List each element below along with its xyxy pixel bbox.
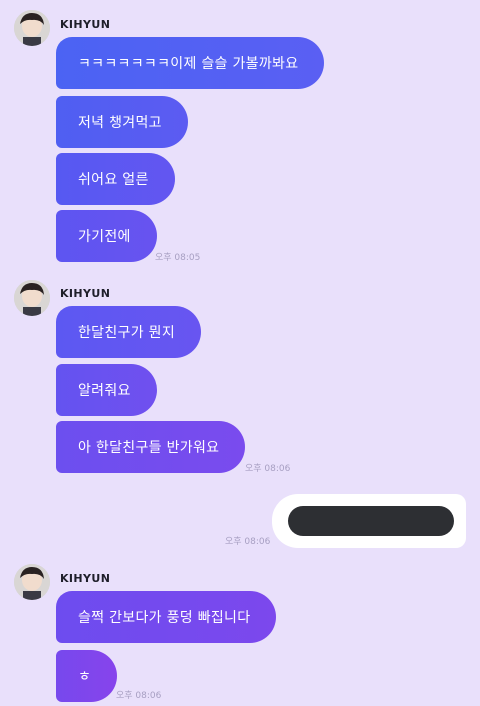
message-bubble[interactable]: 한달친구가 뭔지 — [56, 306, 202, 358]
sender-name: KIHYUN — [60, 572, 111, 585]
message-time: 오후 08:05 — [155, 253, 201, 263]
avatar[interactable] — [14, 564, 50, 600]
redaction-bar — [288, 506, 454, 536]
message-bubble[interactable]: 쉬어요 얼른 — [56, 153, 175, 205]
my-message-bubble[interactable] — [272, 494, 466, 548]
message-bubble[interactable]: ㅋㅋㅋㅋㅋㅋㅋ이제 슬슬 가볼까봐요 — [56, 37, 325, 89]
sender-name: KIHYUN — [60, 287, 111, 300]
message-bubble[interactable]: 알려줘요 — [56, 364, 157, 416]
message-bubble[interactable]: ㅎ — [56, 650, 118, 702]
message-bubble[interactable]: 슬쩍 간보다가 풍덩 빠집니다 — [56, 591, 277, 643]
message-time: 오후 08:06 — [245, 464, 291, 474]
avatar[interactable] — [14, 10, 50, 46]
message-bubble[interactable]: 저녁 챙겨먹고 — [56, 96, 188, 148]
my-message-time: 오후 08:06 — [225, 537, 271, 547]
message-time: 오후 08:06 — [116, 691, 162, 701]
message-bubble[interactable]: 아 한달친구들 반가워요 — [56, 421, 246, 473]
avatar[interactable] — [14, 280, 50, 316]
sender-name: KIHYUN — [60, 18, 111, 31]
message-bubble[interactable]: 가기전에 — [56, 210, 157, 262]
chat-screen: { "colors": { "background": "#e9e0fb", "… — [0, 0, 480, 706]
